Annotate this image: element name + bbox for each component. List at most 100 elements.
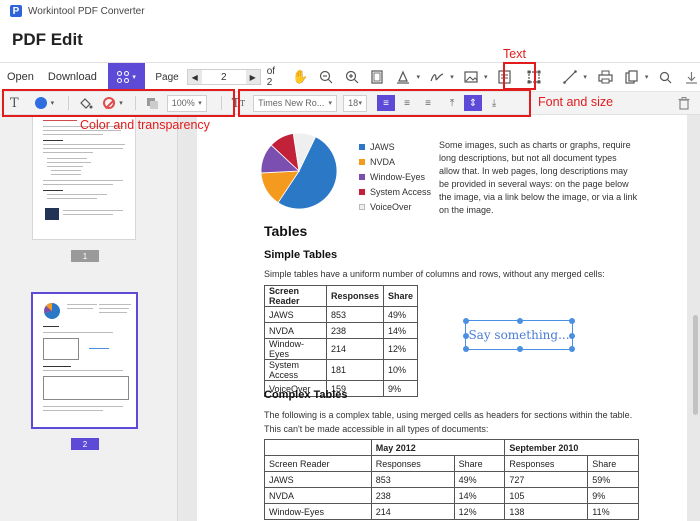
table-row: Window-Eyes 214 12%: [264, 338, 419, 360]
chevron-down-icon: ▾: [198, 100, 202, 107]
resize-handle[interactable]: [569, 333, 575, 339]
view-mode-button[interactable]: ▾: [107, 62, 146, 92]
text-box-icon[interactable]: [525, 68, 543, 86]
table-cell: NVDA: [264, 487, 372, 504]
download-icon[interactable]: [682, 68, 700, 86]
valign-top-button[interactable]: ⤒: [443, 95, 461, 111]
prev-page-button[interactable]: ◀: [187, 70, 202, 84]
tables-heading: Tables: [264, 223, 308, 239]
page-thumbnail-1[interactable]: [32, 115, 136, 240]
resize-handle[interactable]: [463, 318, 469, 324]
page-number-input[interactable]: 2: [202, 72, 246, 83]
search-icon[interactable]: [656, 68, 674, 86]
chevron-down-icon: ▾: [50, 100, 55, 107]
align-left-button[interactable]: ≡: [377, 95, 396, 111]
legend-item: NVDA: [359, 154, 431, 169]
font-size-select[interactable]: 18 ▾: [343, 94, 368, 112]
page-number-badge-2: 2: [71, 438, 99, 450]
resize-handle[interactable]: [569, 346, 575, 352]
align-center-button[interactable]: ≡: [398, 95, 416, 111]
trash-icon[interactable]: [678, 96, 690, 110]
opacity-value: 100%: [171, 98, 195, 108]
open-button[interactable]: Open: [0, 71, 41, 83]
table-group-header: May 2012: [370, 439, 506, 456]
no-fill-picker[interactable]: ▾: [103, 97, 123, 109]
zoom-in-icon[interactable]: [343, 68, 361, 86]
table-cell: 238: [370, 487, 455, 504]
main-toolbar: Open Download ▾ Page ◀ 2 ▶ of 2 ✋: [0, 62, 700, 92]
legend-swatch: [359, 158, 365, 165]
resize-handle[interactable]: [463, 346, 469, 352]
table-cell: 727: [504, 471, 589, 488]
opacity-select[interactable]: 100% ▾: [166, 94, 207, 112]
table-group-row: May 2012 September 2010: [264, 439, 639, 456]
vertical-scrollbar[interactable]: [693, 315, 698, 415]
legend-item: System Access: [359, 184, 431, 199]
line-icon[interactable]: [561, 68, 587, 86]
simple-tables-heading: Simple Tables: [264, 249, 338, 261]
description-paragraph: Some images, such as charts or graphs, r…: [439, 140, 638, 215]
thumbnail-panel: 1 2: [0, 115, 178, 521]
font-family-select[interactable]: Times New Ro... ▾: [253, 94, 338, 112]
annotation-text-label: Text: [503, 47, 526, 61]
thumbnail-pie-icon: [44, 303, 60, 319]
text-box[interactable]: Say something...: [463, 318, 575, 352]
resize-handle[interactable]: [517, 346, 523, 352]
table-cell: 138: [504, 503, 589, 520]
valign-bottom-button[interactable]: ⤓: [485, 95, 503, 111]
legend-item: JAWS: [359, 139, 431, 154]
print-icon[interactable]: [597, 68, 615, 86]
text-box-content[interactable]: Say something...: [468, 328, 569, 342]
table-cell: 214: [370, 503, 455, 520]
document-page: JAWS NVDA Window-Eyes System Access VoiceOve…: [197, 115, 687, 521]
table-cell: Window-Eyes: [264, 338, 327, 360]
divider: [134, 96, 136, 110]
table-cell: 238: [325, 322, 385, 339]
page-navigator: ◀ 2 ▶: [186, 69, 261, 85]
complex-tables-heading: Complex Tables: [264, 389, 348, 401]
table-header-row: Screen Reader Responses Share Responses Shar…: [264, 455, 639, 472]
chevron-down-icon: ▾: [132, 74, 136, 81]
download-button[interactable]: Download: [41, 71, 104, 83]
legend-swatch: [359, 188, 365, 195]
table-cell: 105: [504, 487, 589, 504]
table-cell: 853: [370, 471, 455, 488]
resize-handle[interactable]: [569, 318, 575, 324]
highlight-icon[interactable]: [394, 68, 420, 86]
table-row: JAWS 853 49%: [264, 306, 419, 323]
note-icon[interactable]: [496, 68, 514, 86]
text-style-icon[interactable]: T: [10, 96, 19, 111]
table-row: System Access 181 10%: [264, 359, 419, 381]
simple-table: Screen Reader Responses Share JAWS 853 49% NVD…: [264, 285, 419, 397]
legend-swatch: [359, 173, 365, 180]
page-icon[interactable]: [368, 68, 386, 86]
font-color-picker[interactable]: ▾: [34, 97, 55, 109]
page-thumbnail-2[interactable]: [31, 292, 138, 429]
thumbnail-table: [43, 338, 79, 360]
legend-item: Window-Eyes: [359, 169, 431, 184]
table-cell: 11%: [587, 503, 639, 520]
font-family-value: Times New Ro...: [258, 98, 325, 108]
signature-icon[interactable]: [428, 68, 453, 86]
annotation-font-label: Font and size: [538, 95, 614, 109]
valign-middle-button[interactable]: ⇕: [464, 95, 483, 111]
chart-legend: JAWS NVDA Window-Eyes System Access VoiceOve…: [359, 139, 431, 214]
hand-icon[interactable]: ✋: [291, 68, 309, 86]
legend-swatch: [359, 143, 365, 150]
table-header-cell: Share: [383, 285, 419, 307]
resize-handle[interactable]: [517, 318, 523, 324]
table-header-cell: Share: [453, 455, 506, 472]
align-right-button[interactable]: ≡: [419, 95, 437, 111]
table-row: JAWS 853 49% 727 59%: [264, 471, 639, 488]
next-page-button[interactable]: ▶: [245, 70, 260, 84]
fill-bucket-icon[interactable]: [79, 97, 93, 110]
table-header-cell: Responses: [370, 455, 455, 472]
table-cell: 853: [325, 306, 385, 323]
image-icon[interactable]: [462, 68, 487, 86]
table-cell: 181: [325, 359, 385, 381]
zoom-out-icon[interactable]: [317, 68, 335, 86]
table-cell: 12%: [383, 338, 419, 360]
complex-tables-paragraph: The following is a complex table, using …: [264, 410, 633, 434]
copy-icon[interactable]: [623, 68, 648, 86]
resize-handle[interactable]: [463, 333, 469, 339]
